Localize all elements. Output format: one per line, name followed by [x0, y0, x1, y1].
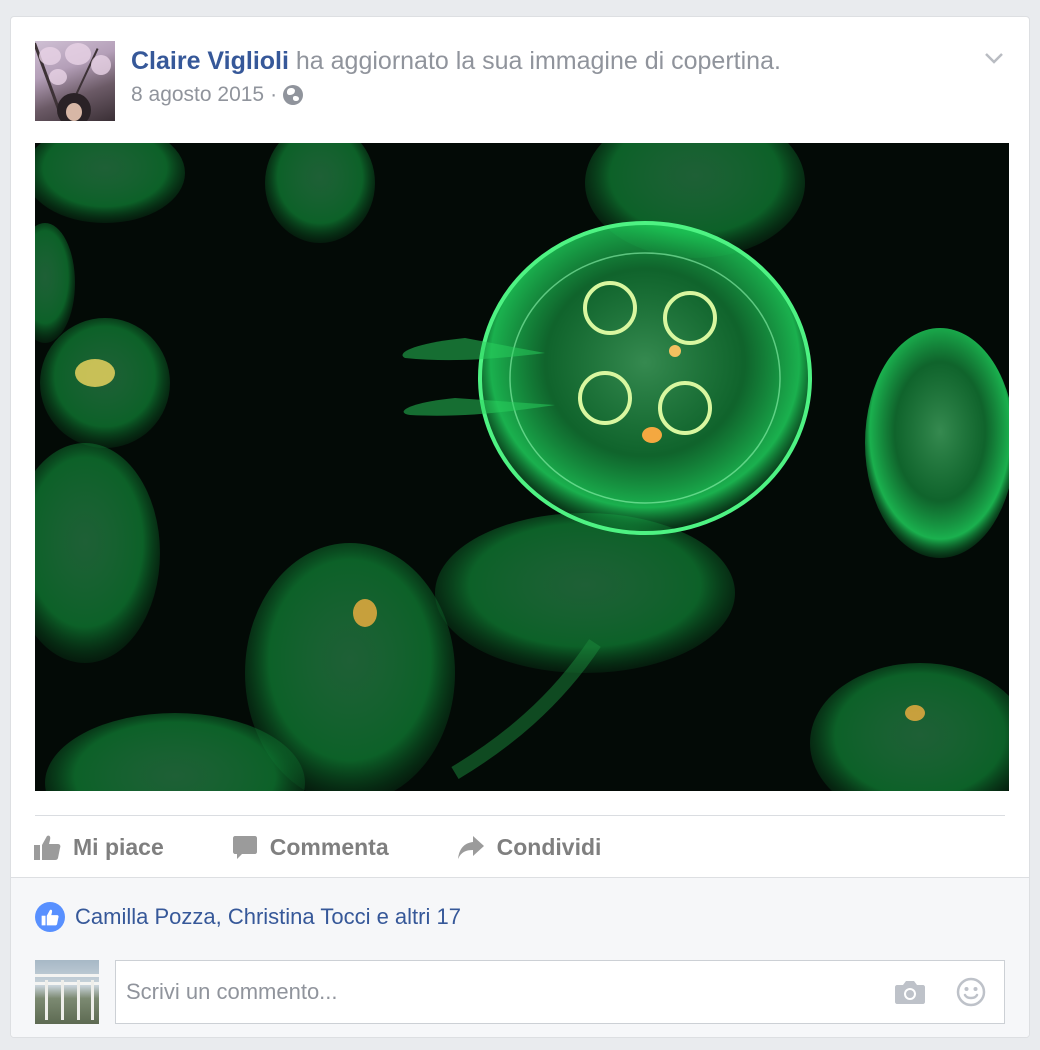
date-separator: · — [270, 83, 278, 106]
chevron-down-icon[interactable] — [983, 47, 1005, 69]
comment-tools — [894, 977, 986, 1007]
author-name-link[interactable]: Claire Viglioli — [131, 47, 289, 75]
comment-input[interactable] — [116, 961, 1004, 1023]
globe-icon[interactable] — [283, 85, 304, 105]
thumbs-up-icon — [35, 902, 65, 932]
like-label: Mi piace — [73, 833, 164, 860]
post-actions-bar: Mi piace Commenta Condividi — [33, 829, 669, 865]
feed-post: Claire Viglioli ha aggiornato la sua imm… — [10, 16, 1030, 1038]
post-headline: Claire Viglioli ha aggiornato la sua imm… — [131, 45, 781, 77]
viewer-avatar[interactable] — [35, 960, 99, 1024]
share-label: Condividi — [496, 833, 602, 860]
smiley-icon[interactable] — [956, 977, 986, 1007]
post-footer: Camilla Pozza, Christina Tocci e altri 1… — [11, 877, 1029, 1037]
jellyfish-image — [35, 143, 1009, 791]
post-action-text: ha aggiornato la sua immagine di coperti… — [295, 47, 781, 75]
reactions-summary[interactable]: Camilla Pozza, Christina Tocci e altri 1… — [35, 902, 461, 932]
thumbs-up-icon — [34, 835, 61, 860]
share-button[interactable]: Condividi — [457, 833, 602, 861]
author-avatar[interactable] — [35, 41, 115, 121]
camera-icon[interactable] — [894, 979, 926, 1005]
like-button[interactable]: Mi piace — [33, 833, 164, 861]
cover-photo[interactable] — [35, 143, 1009, 791]
post-subline: 8 agosto 2015 · — [131, 83, 781, 107]
comment-bubble-icon — [232, 836, 257, 859]
comment-label: Commenta — [269, 833, 389, 860]
post-meta: Claire Viglioli ha aggiornato la sua imm… — [131, 45, 781, 107]
comment-input-box[interactable] — [115, 960, 1005, 1024]
reactions-text[interactable]: Camilla Pozza, Christina Tocci e altri 1… — [75, 904, 461, 930]
comment-button[interactable]: Commenta — [232, 834, 389, 861]
comment-composer — [35, 960, 1005, 1024]
post-date-link[interactable]: 8 agosto 2015 — [131, 83, 264, 107]
action-divider — [35, 815, 1005, 816]
share-arrow-icon — [457, 836, 484, 859]
post-header: Claire Viglioli ha aggiornato la sua imm… — [35, 41, 1005, 121]
